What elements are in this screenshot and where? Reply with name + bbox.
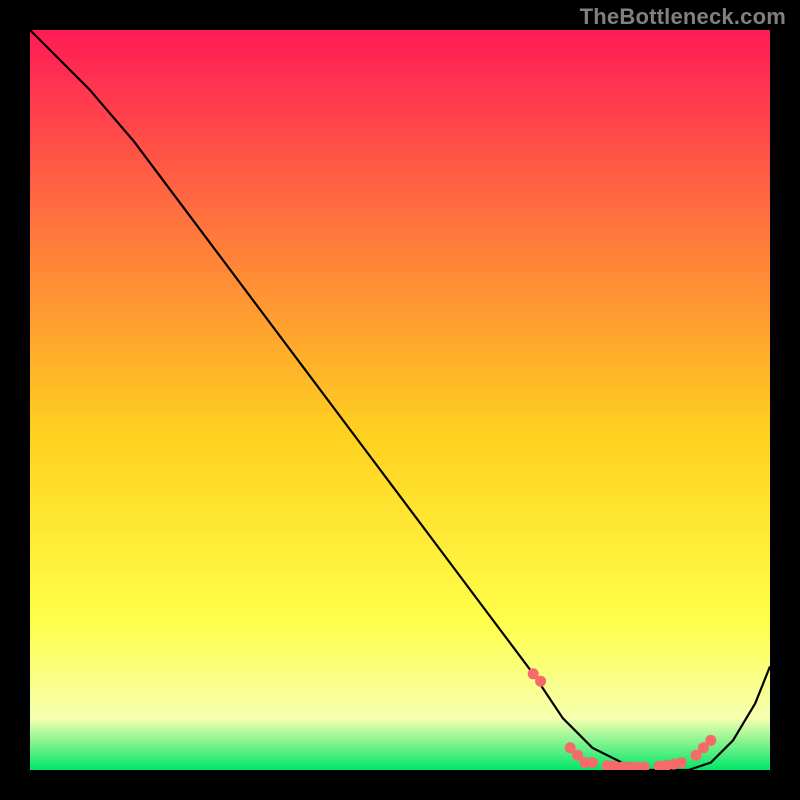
chart-marker-dot: [705, 735, 716, 746]
chart-marker-dot: [587, 757, 598, 768]
chart-marker-dot: [535, 676, 546, 687]
chart-background-gradient: [30, 30, 770, 770]
chart-plot-area: [30, 30, 770, 770]
chart-frame: TheBottleneck.com: [0, 0, 800, 800]
watermark-text: TheBottleneck.com: [580, 4, 786, 30]
chart-marker-dot: [676, 757, 687, 768]
chart-svg: [30, 30, 770, 770]
